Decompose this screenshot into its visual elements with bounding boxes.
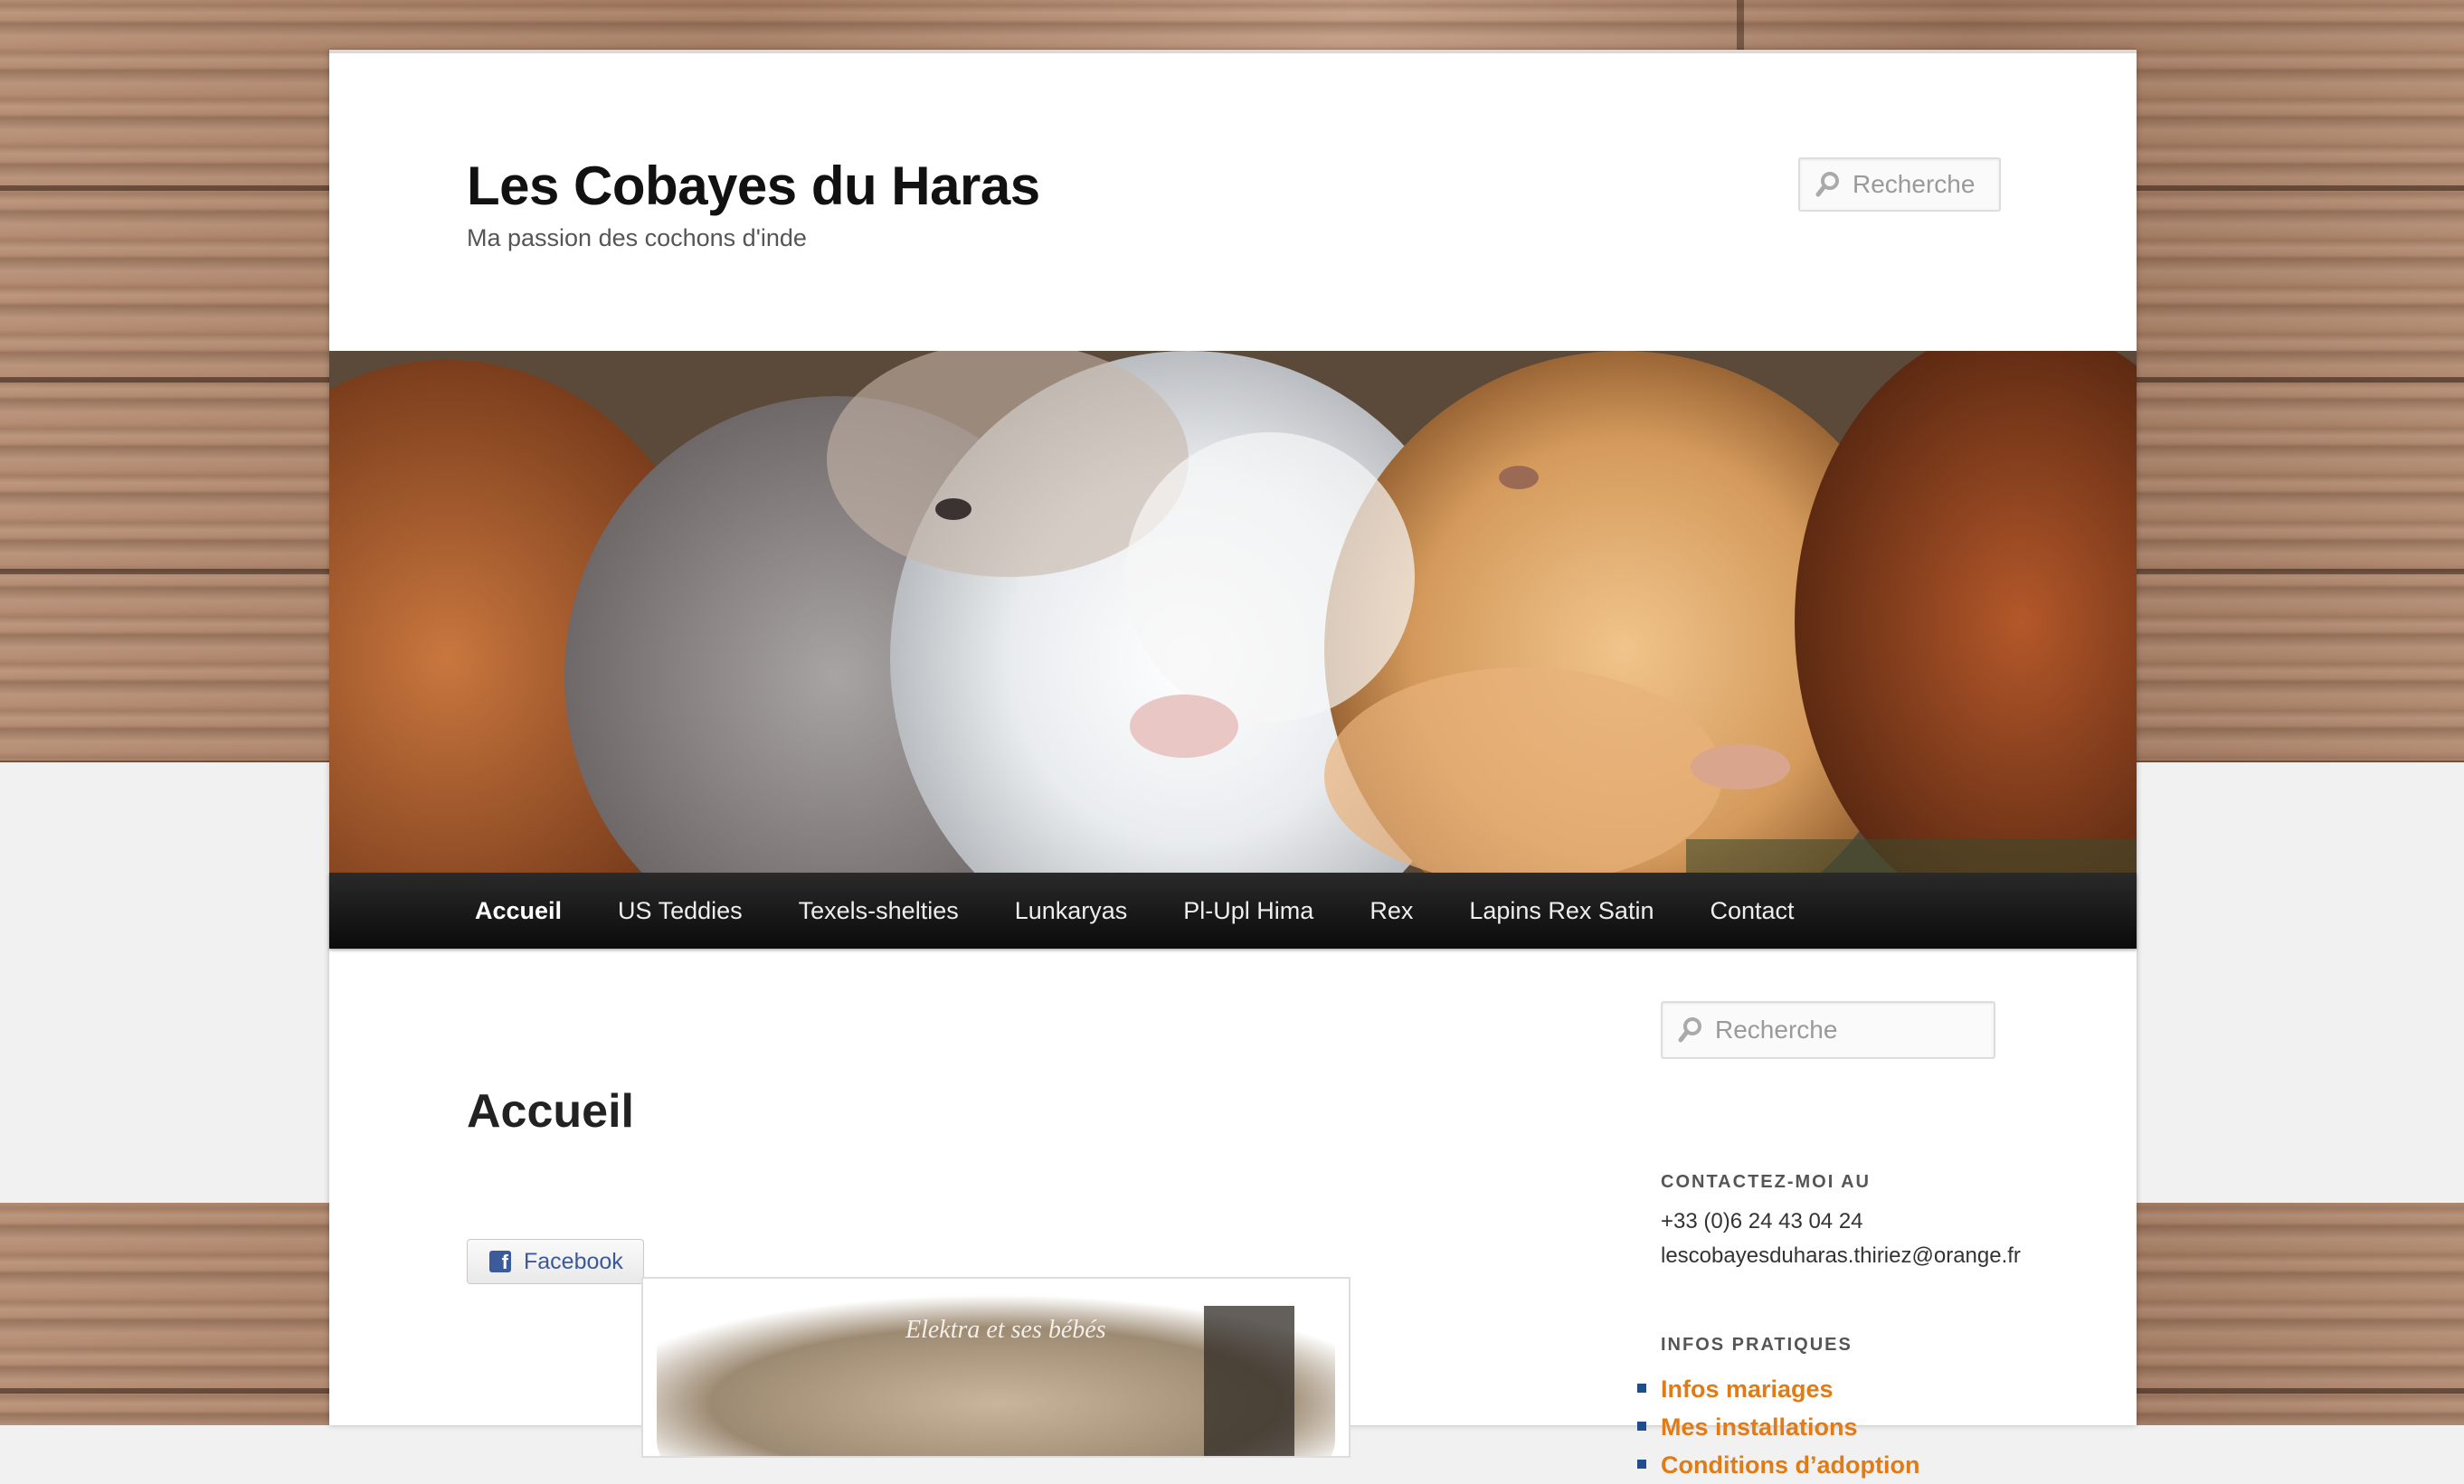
featured-photo[interactable]: Elektra et ses bébés bbox=[641, 1277, 1350, 1458]
nav-item-texels-shelties[interactable]: Texels-shelties bbox=[799, 897, 959, 925]
page-title: Accueil bbox=[467, 1085, 634, 1138]
infos-widget-title: INFOS PRATIQUES bbox=[1661, 1335, 1853, 1355]
header-search[interactable] bbox=[1798, 157, 2001, 212]
site-description: Ma passion des cochons d'inde bbox=[467, 224, 807, 251]
page-container: Les Cobayes du Haras Ma passion des coch… bbox=[329, 50, 2137, 1479]
facebook-icon: f bbox=[489, 1251, 511, 1272]
facebook-label: Facebook bbox=[524, 1248, 623, 1274]
link-mes-installations[interactable]: Mes installations bbox=[1636, 1408, 1919, 1446]
infos-links-list: Infos mariages Mes installations Conditi… bbox=[1636, 1370, 1919, 1484]
sidebar-search[interactable] bbox=[1661, 1001, 1995, 1059]
guinea-pigs-photo bbox=[329, 351, 2137, 873]
nav-item-accueil[interactable]: Accueil bbox=[475, 897, 562, 925]
nav-item-rex[interactable]: Rex bbox=[1369, 897, 1413, 925]
search-icon bbox=[1678, 1017, 1701, 1043]
nav-item-contact[interactable]: Contact bbox=[1710, 897, 1794, 925]
photo-caption: Elektra et ses bébés bbox=[905, 1316, 1106, 1344]
header-banner-image bbox=[329, 351, 2137, 873]
nav-item-us-teddies[interactable]: US Teddies bbox=[618, 897, 743, 925]
link-infos-mariages[interactable]: Infos mariages bbox=[1636, 1370, 1919, 1408]
nav-item-lapins-rex-satin[interactable]: Lapins Rex Satin bbox=[1469, 897, 1654, 925]
search-icon bbox=[1815, 172, 1839, 197]
link-conditions-adoption[interactable]: Conditions d’adoption bbox=[1636, 1446, 1919, 1484]
elektra-photo: Elektra et ses bébés bbox=[643, 1279, 1349, 1456]
main-navigation: Accueil US Teddies Texels-shelties Lunka… bbox=[329, 873, 2137, 949]
site-title[interactable]: Les Cobayes du Haras bbox=[467, 155, 1040, 217]
sidebar-search-input[interactable] bbox=[1713, 1015, 1994, 1045]
nav-item-lunkaryas[interactable]: Lunkaryas bbox=[1015, 897, 1128, 925]
search-input[interactable] bbox=[1851, 169, 1999, 200]
contact-phone: +33 (0)6 24 43 04 24 bbox=[1661, 1209, 1863, 1234]
contact-widget-title: CONTACTEZ-MOI AU bbox=[1661, 1172, 1871, 1192]
facebook-share-button[interactable]: f Facebook bbox=[467, 1239, 644, 1284]
contact-email: lescobayesduharas.thiriez@orange.fr bbox=[1661, 1243, 2021, 1268]
nav-item-pl-upl-hima[interactable]: Pl-Upl Hima bbox=[1183, 897, 1313, 925]
